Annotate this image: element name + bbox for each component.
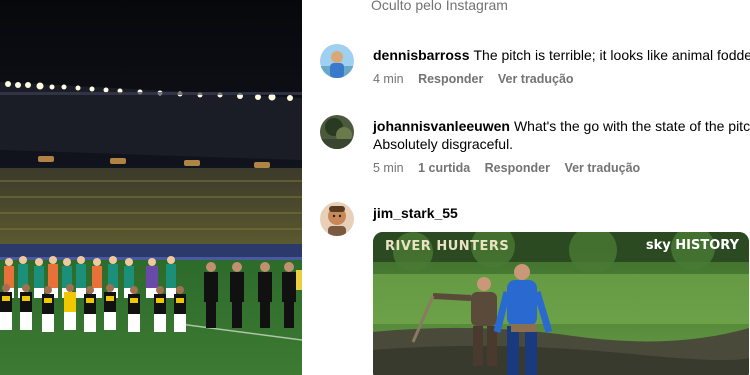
avatar[interactable] — [320, 202, 354, 236]
comment-gif[interactable]: RIVER HUNTERS sky HISTORY — [373, 232, 749, 375]
avatar[interactable] — [320, 115, 354, 149]
likes-count[interactable]: 1 curtida — [418, 161, 470, 175]
comment-time: 4 min — [373, 72, 404, 86]
reply-button[interactable]: Responder — [485, 161, 550, 175]
gif-show-title: RIVER HUNTERS — [385, 239, 510, 254]
gif-channel-logo: sky HISTORY — [645, 238, 739, 253]
see-translation-button[interactable]: Ver tradução — [498, 72, 574, 86]
comment-time: 5 min — [373, 161, 404, 175]
comment-username[interactable]: dennisbarross — [373, 47, 469, 63]
comment-text-line2: Absolutely disgraceful. — [373, 136, 514, 152]
comments-panel: Oculto pelo Instagram dennisbarross The p… — [302, 0, 750, 375]
reply-button[interactable]: Responder — [418, 72, 483, 86]
comment-username[interactable]: jim_stark_55 — [373, 205, 458, 221]
avatar[interactable] — [320, 44, 354, 78]
comment-username[interactable]: johannisvanleeuwen — [373, 118, 510, 134]
see-translation-button[interactable]: Ver tradução — [564, 161, 640, 175]
hidden-by-instagram-note[interactable]: Oculto pelo Instagram — [371, 0, 508, 13]
post-photo[interactable] — [0, 0, 302, 375]
comment-text: The pitch is terrible; it looks like ani… — [473, 47, 750, 63]
comment-text: What's the go with the state of the pitc… — [513, 118, 750, 134]
stadium-team-photo — [0, 0, 302, 375]
